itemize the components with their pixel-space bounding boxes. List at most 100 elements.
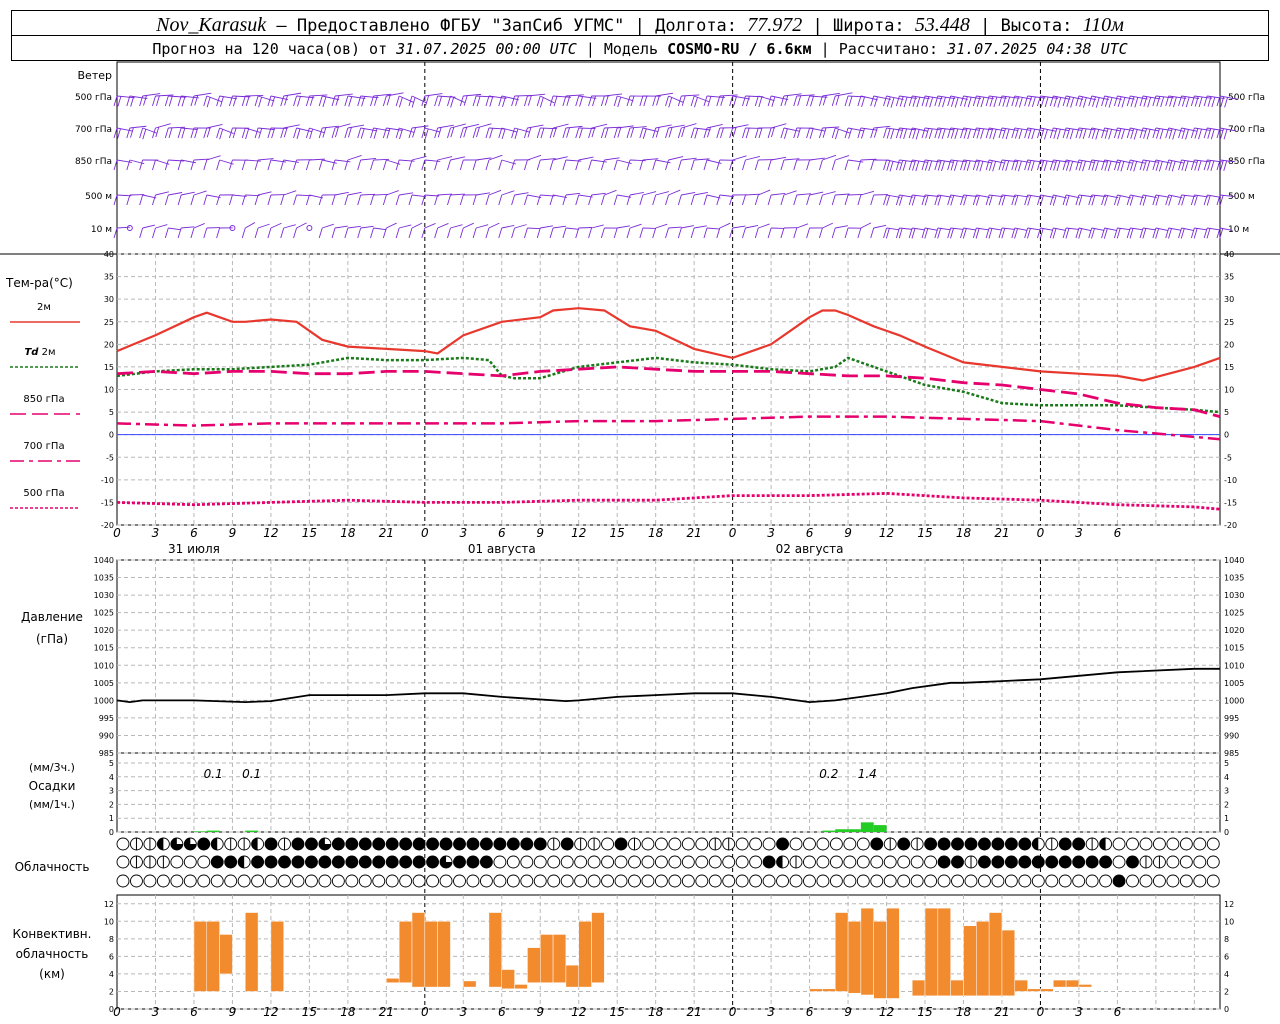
hour-axis-label: 0 [421,526,429,540]
wind-barb-flag [745,127,750,139]
wind-barb-flag [928,160,933,172]
wind-barb-flag [267,159,272,171]
cloud-cover-symbol [1126,837,1139,851]
wind-barb-flag [562,127,567,139]
hour-axis-label: 9 [536,526,544,540]
wind-barb-flag [626,127,631,139]
wind-barb-flag [1178,159,1182,171]
cloud-cover-symbol [668,855,682,869]
wind-barb-flag [1030,160,1035,172]
temp-tick-right: 10 [1224,386,1234,395]
wind-barb-flag [639,227,644,239]
wind-barb-flag [780,127,785,139]
wind-barb-flag [549,194,554,206]
wind-barb-staff [694,192,708,196]
cloud-cover-symbol [116,837,130,851]
wind-barb-staff [732,225,746,229]
convective-title: облачность [16,947,89,961]
wind-barb-staff [155,123,171,129]
hour-axis-label: 15 [610,526,625,540]
hour-axis-label: 21 [379,526,394,540]
cloud-cover-symbol [924,874,938,888]
convective-tick-right: 4 [1224,970,1229,979]
cloud-cover-fill [1099,838,1106,850]
wind-barb-staff [206,155,221,161]
wind-level-label-right: 500 м [1228,192,1255,202]
wind-barb-flag [665,159,669,171]
cloud-cover-symbol [870,874,884,888]
pressure-tick-left: 995 [99,714,114,723]
wind-barb-staff [681,192,696,196]
wind-barb-flag [206,127,211,138]
convective-title: Конвективн. [13,927,92,941]
wind-barb-flag [1052,228,1057,239]
cloud-cover-fill [157,838,164,850]
wind-barb-flag [139,194,144,206]
wind-barb-flag [254,127,259,139]
wind-barb-flag [177,159,182,171]
wind-barb-flag [835,95,840,106]
wind-barb-flag [1095,160,1099,172]
cloud-cover-symbol [695,855,709,869]
wind-barb-flag [809,128,814,139]
wind-barb-staff [617,225,630,229]
hour-axis-label: 18 [956,1005,972,1019]
precip-unit-1h: (мм/1ч.) [29,798,75,811]
wind-barb-flag [117,128,121,139]
cloud-cover-fill [480,838,493,850]
cloud-cover-fill [318,856,331,868]
wind-barb-flag [549,227,554,239]
wind-barb-flag [434,159,439,171]
precip-bar [193,831,207,832]
wind-barb-flag [1139,194,1144,206]
cloud-cover-fill [776,838,789,850]
cloud-cover-fill [978,838,991,850]
panel-frame-3 [116,752,1221,833]
wind-barb-flag [447,95,451,107]
wind-barb-staff [553,225,566,229]
wind-barb-staff [783,190,797,196]
wind-barb-flag [434,127,439,139]
hour-axis-label: 3 [152,526,160,540]
cloud-cover-fill [305,856,318,868]
pressure-tick-left: 1040 [94,556,114,565]
wind-barb-flag [447,194,451,206]
wind-barb-flag [690,95,695,107]
wind-barb-flag [992,129,997,140]
wind-barb-flag [720,127,724,139]
wind-barb-flag [818,159,823,171]
wind-barb-flag [241,95,246,107]
cloud-cover-fill [1113,875,1126,887]
wind-barb-staff [1066,227,1080,230]
pressure-tick-right: 1005 [1224,679,1244,688]
wind-barb-staff [1142,227,1156,231]
wind-barb-flag [886,128,891,139]
meteogram-page: Nov_Karasuk – Предоставлено ФГБУ "ЗапСиб… [0,0,1280,1024]
wind-barb-flag [203,127,208,139]
wind-barb-flag [767,227,772,239]
wind-barb-flag [835,128,839,140]
wind-barb-flag [1104,128,1109,139]
wind-barb-staff [347,225,361,229]
hour-axis-label: 18 [340,1005,356,1019]
wind-barb-staff [334,93,353,97]
wind-barb-staff [476,192,491,196]
cloud-cover-fill [251,856,264,868]
cloud-cover-symbol [910,855,924,869]
hour-axis-label: 6 [806,1005,814,1019]
wind-barb-flag [523,159,528,171]
cloud-cover-symbol [224,874,238,888]
wind-barb-flag [630,127,635,138]
wind-barb-flag [126,194,131,206]
wind-barb-flag [143,95,147,106]
cloud-cover-symbol [654,874,668,888]
cloud-cover-symbol [183,874,197,888]
temp-tick-left: 35 [104,273,114,282]
hour-axis-label: 18 [340,526,356,540]
wind-barb-staff [309,94,328,97]
wind-barb-flag [216,159,221,171]
cloud-cover-symbol [210,874,224,888]
wind-barb-flag [1001,228,1006,239]
wind-barb-flag [1095,129,1100,140]
wind-barb-flag [280,227,285,239]
